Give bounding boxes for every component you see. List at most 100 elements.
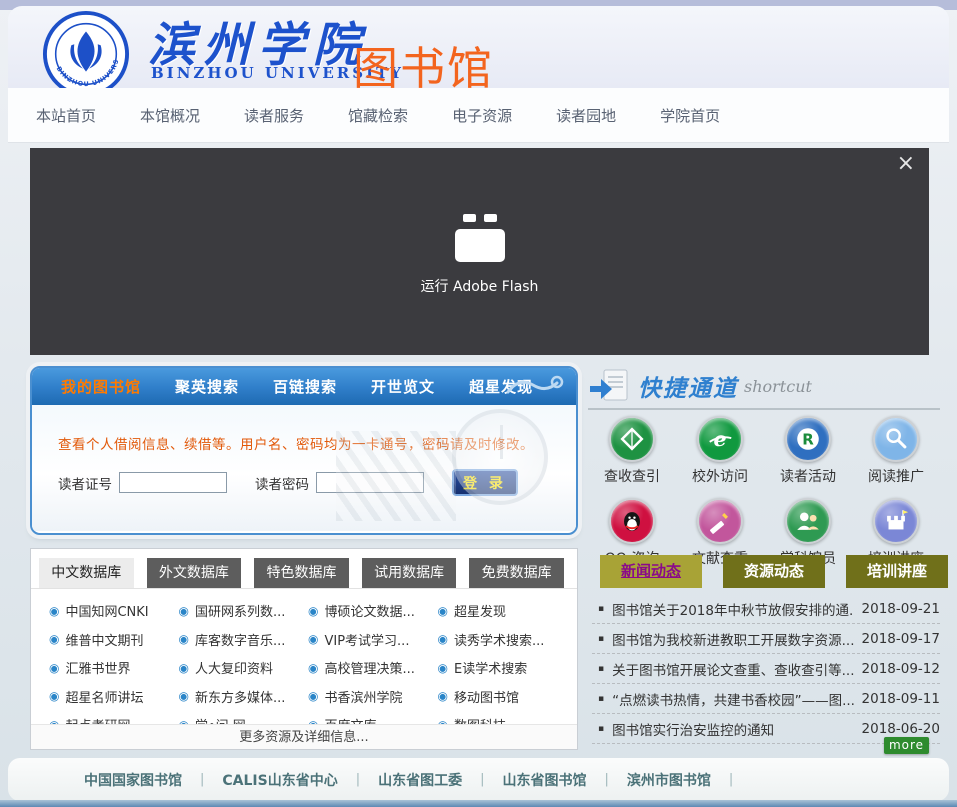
news-item[interactable]: ▪ 关于图书馆开展论文查重、查收查引等... 2018-09-12 (592, 654, 940, 684)
news-tab-0[interactable]: 新闻动态 (600, 555, 702, 588)
database-tab-0[interactable]: 中文数据库 (39, 558, 134, 588)
bullet-icon: ◉ (308, 605, 318, 617)
footer-separator: | (480, 772, 484, 787)
login-tab-2[interactable]: 百链搜索 (256, 376, 354, 397)
shortcut-item-0[interactable]: 查收查引 (604, 416, 660, 486)
news-title: 关于图书馆开展论文查重、查收查引等... (612, 659, 853, 679)
database-link[interactable]: ◉维普中文期刊 (49, 630, 179, 649)
database-link[interactable]: ◉高校管理决策... (308, 658, 438, 677)
news-title: 图书馆为我校新进教职工开展数字资源... (612, 629, 853, 649)
castle-icon (873, 498, 919, 544)
bullet-icon: ▪ (598, 694, 604, 704)
bullet-icon: ◉ (438, 605, 448, 617)
news-item[interactable]: ▪ 图书馆关于2018年中秋节放假安排的通... 2018-09-21 (592, 594, 940, 624)
people-icon (785, 498, 831, 544)
bullet-icon: ▪ (598, 724, 604, 734)
database-tab-3[interactable]: 试用数据库 (362, 558, 457, 588)
bullet-icon: ◉ (179, 605, 189, 617)
nav-item-0[interactable]: 本站首页 (36, 105, 96, 126)
cloud-decoration-icon (504, 374, 566, 400)
database-column-1: ◉国研网系列数... ◉库客数字音乐... ◉人大复印资料 ◉新东方多媒体...… (179, 601, 309, 744)
database-tabbar: 中文数据库外文数据库特色数据库试用数据库免费数据库 (31, 549, 577, 589)
reader-id-input[interactable] (119, 472, 227, 493)
news-tabbar: 新闻动态资源动态培训讲座 (600, 555, 957, 588)
nav-item-3[interactable]: 馆藏检索 (348, 105, 408, 126)
shortcut-item-2[interactable]: R 读者活动 (780, 416, 836, 486)
database-link[interactable]: ◉超星发现 (438, 601, 568, 620)
shortcut-arrow-doc-icon (588, 368, 630, 404)
news-title: “点燃读书热情，共建书香校园”——图... (612, 689, 853, 709)
library-homepage: BINZHOU UNIVERSITY 滨州学院 BINZHOU UNIVERSI… (0, 0, 957, 807)
database-link[interactable]: ◉超星名师讲坛 (49, 687, 179, 706)
database-column-3: ◉超星发现 ◉读秀学术搜索... ◉E读学术搜索 ◉移动图书馆 ◉数图科技 (438, 601, 568, 744)
bullet-icon: ◉ (308, 633, 318, 645)
shortcut-grid: 查收查引 e 校外访问 R 读者活动 阅读推广 QQ 咨询 文献查重 学科馆员 … (588, 416, 948, 568)
database-link[interactable]: ◉博硕论文数据... (308, 601, 438, 620)
run-flash-button[interactable]: 运行 Adobe Flash (30, 148, 929, 355)
database-link[interactable]: ◉汇雅书世界 (49, 658, 179, 677)
database-panel: 中文数据库外文数据库特色数据库试用数据库免费数据库 ◉中国知网CNKI ◉维普中… (30, 548, 578, 750)
shortcut-item-3[interactable]: 阅读推广 (868, 416, 924, 486)
citation-diamond-icon (609, 416, 655, 462)
footer-link-3[interactable]: 山东省图书馆 (503, 770, 587, 790)
login-body: 查看个人借阅信息、续借等。用户名、密码均为一卡通号，密码请及时修改。 读者证号 … (32, 405, 576, 531)
news-date: 2018-09-17 (862, 631, 940, 647)
shortcut-item-1[interactable]: e 校外访问 (692, 416, 748, 486)
database-link[interactable]: ◉库客数字音乐... (179, 630, 309, 649)
news-item[interactable]: ▪ “点燃读书热情，共建书香校园”——图... 2018-09-11 (592, 684, 940, 714)
database-grid: ◉中国知网CNKI ◉维普中文期刊 ◉汇雅书世界 ◉超星名师讲坛 ◉起点考研网 … (31, 589, 577, 744)
login-tab-1[interactable]: 聚英搜索 (158, 376, 256, 397)
bullet-icon: ▪ (598, 664, 604, 674)
reader-r-icon: R (785, 416, 831, 462)
university-logo-icon[interactable]: BINZHOU UNIVERSITY (42, 10, 130, 98)
nav-item-6[interactable]: 学院首页 (660, 105, 720, 126)
footer-link-0[interactable]: 中国国家图书馆 (84, 770, 182, 790)
reader-password-label: 读者密码 (255, 473, 309, 493)
database-link[interactable]: ◉书香滨州学院 (308, 687, 438, 706)
shortcut-label: 阅读推广 (868, 466, 924, 486)
database-link[interactable]: ◉VIP考试学习... (308, 630, 438, 649)
news-tab-2[interactable]: 培训讲座 (846, 555, 948, 588)
footer-link-4[interactable]: 滨州市图书馆 (627, 770, 711, 790)
news-tab-1[interactable]: 资源动态 (723, 555, 825, 588)
database-tab-2[interactable]: 特色数据库 (254, 558, 349, 588)
database-link[interactable]: ◉新东方多媒体... (179, 687, 309, 706)
run-flash-label: 运行 Adobe Flash (421, 276, 539, 296)
login-tab-0[interactable]: 我的图书馆 (44, 376, 158, 397)
footer-link-1[interactable]: CALIS山东省中心 (222, 770, 337, 790)
nav-item-4[interactable]: 电子资源 (452, 105, 512, 126)
database-column-0: ◉中国知网CNKI ◉维普中文期刊 ◉汇雅书世界 ◉超星名师讲坛 ◉起点考研网 (49, 601, 179, 744)
footer-separator: | (356, 772, 360, 787)
bullet-icon: ◉ (49, 605, 59, 617)
footer-separator: | (605, 772, 609, 787)
footer-link-2[interactable]: 山东省图工委 (378, 770, 462, 790)
bullet-icon: ◉ (179, 662, 189, 674)
bullet-icon: ◉ (49, 690, 59, 702)
database-more-link[interactable]: 更多资源及详细信息... (31, 724, 577, 749)
bullet-icon: ◉ (179, 633, 189, 645)
news-title: 图书馆实行治安监控的通知 (612, 719, 853, 739)
login-panel: 我的图书馆聚英搜索百链搜索开世览文超星发现 查看个人借阅信息、续借等。用户名、密… (30, 366, 578, 535)
news-list: ▪ 图书馆关于2018年中秋节放假安排的通... 2018-09-21 ▪ 图书… (592, 594, 940, 744)
nav-item-1[interactable]: 本馆概况 (140, 105, 200, 126)
bullet-icon: ▪ (598, 604, 604, 614)
shortcut-label: 查收查引 (604, 466, 660, 486)
shortcut-title-cn: 快捷通道 (638, 369, 738, 403)
nav-item-2[interactable]: 读者服务 (244, 105, 304, 126)
news-item[interactable]: ▪ 图书馆为我校新进教职工开展数字资源... 2018-09-17 (592, 624, 940, 654)
database-link[interactable]: ◉E读学术搜索 (438, 658, 568, 677)
database-link[interactable]: ◉移动图书馆 (438, 687, 568, 706)
footer: 中国国家图书馆 |CALIS山东省中心 |山东省图工委 |山东省图书馆 |滨州市… (8, 758, 949, 801)
database-link[interactable]: ◉国研网系列数... (179, 601, 309, 620)
database-link[interactable]: ◉读秀学术搜索... (438, 630, 568, 649)
bullet-icon: ▪ (598, 634, 604, 644)
news-date: 2018-09-12 (862, 661, 940, 677)
nav-item-5[interactable]: 读者园地 (556, 105, 616, 126)
login-tab-3[interactable]: 开世览文 (354, 376, 452, 397)
shortcut-label: 读者活动 (780, 466, 836, 486)
database-link[interactable]: ◉人大复印资料 (179, 658, 309, 677)
database-tab-1[interactable]: 外文数据库 (147, 558, 242, 588)
database-link[interactable]: ◉中国知网CNKI (49, 601, 179, 620)
news-more-button[interactable]: more (884, 737, 929, 754)
database-tab-4[interactable]: 免费数据库 (469, 558, 564, 588)
